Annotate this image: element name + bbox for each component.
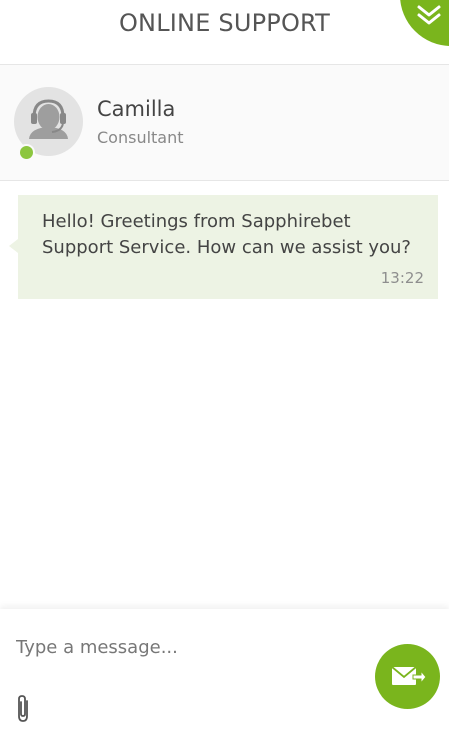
send-button[interactable] [375, 644, 440, 709]
message-text: Hello! Greetings from Sapphirebet Suppor… [42, 211, 411, 258]
send-envelope-icon [391, 666, 427, 685]
message-time: 13:22 [380, 269, 424, 287]
online-status-dot [18, 144, 35, 161]
double-chevron-down-icon [417, 5, 441, 25]
agent-role: Consultant [97, 128, 184, 147]
agent-name: Camilla [97, 97, 176, 121]
message-composer [0, 609, 449, 739]
paperclip-icon [18, 695, 28, 722]
agent-card: Camilla Consultant [0, 65, 449, 181]
message-list[interactable]: Hello! Greetings from Sapphirebet Suppor… [0, 181, 449, 609]
chat-header: ONLINE SUPPORT [0, 0, 449, 65]
header-title: ONLINE SUPPORT [118, 9, 331, 37]
attach-button[interactable] [14, 693, 34, 725]
message-bubble: Hello! Greetings from Sapphirebet Suppor… [9, 195, 438, 299]
message-input[interactable] [16, 629, 356, 665]
